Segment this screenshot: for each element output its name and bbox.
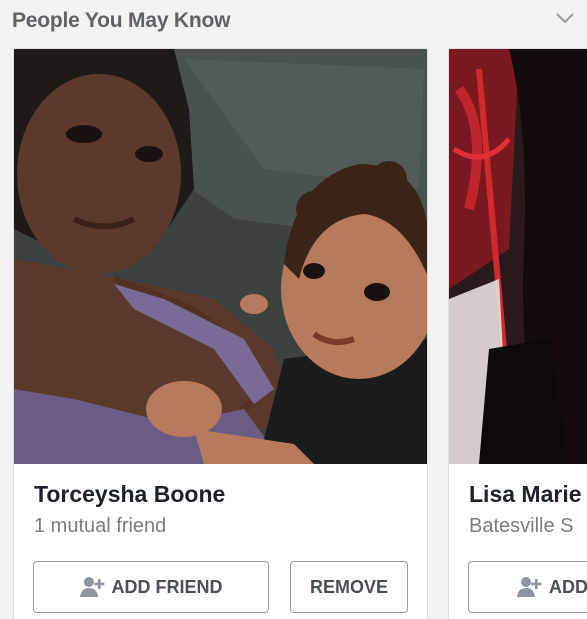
chevron-down-icon[interactable] xyxy=(553,6,577,30)
profile-photo[interactable] xyxy=(14,49,427,464)
section-header: People You May Know xyxy=(0,0,587,44)
person-name[interactable]: Torceysha Boone xyxy=(34,481,225,508)
person-name[interactable]: Lisa Marie xyxy=(469,481,582,508)
section-title: People You May Know xyxy=(12,9,231,32)
people-you-may-know-section: People You May Know Torceysha Boone 1 mu… xyxy=(0,0,587,619)
add-friend-label: ADD FRIEND xyxy=(111,576,223,597)
remove-button[interactable]: REMOVE xyxy=(290,561,408,613)
profile-photo[interactable] xyxy=(449,49,587,464)
add-friend-button[interactable]: ADD xyxy=(468,561,587,613)
suggestion-card: Torceysha Boone 1 mutual friend ADD FRIE… xyxy=(13,48,428,619)
location-text: Batesville S xyxy=(469,515,574,537)
add-friend-icon xyxy=(517,577,542,597)
add-friend-icon xyxy=(79,577,104,597)
suggestion-card: Lisa Marie Batesville S ADD xyxy=(448,48,587,619)
mutual-friends-text: 1 mutual friend xyxy=(34,515,167,537)
add-friend-label: ADD xyxy=(549,576,587,597)
add-friend-button[interactable]: ADD FRIEND xyxy=(33,561,269,613)
remove-label: REMOVE xyxy=(309,576,388,597)
